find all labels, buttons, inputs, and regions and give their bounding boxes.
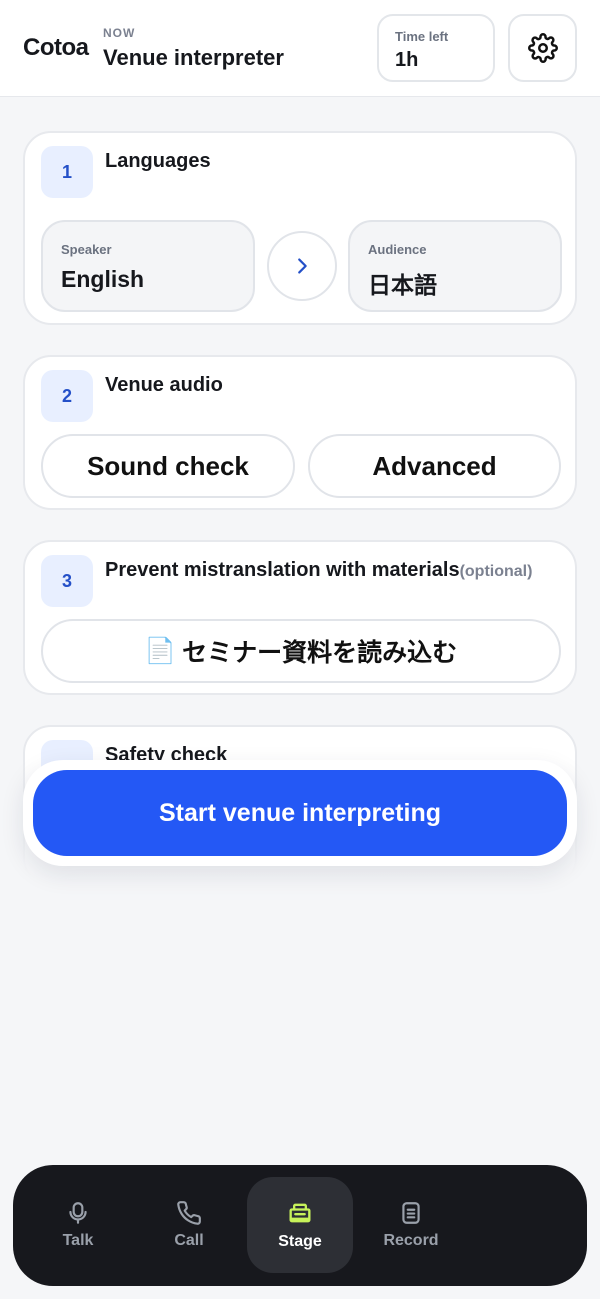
step-badge: 2 xyxy=(41,370,93,422)
sound-check-button[interactable]: Sound check xyxy=(41,434,295,498)
audience-label: Audience xyxy=(368,242,427,257)
time-left-label: Time left xyxy=(395,29,449,44)
speaker-language-selector[interactable]: Speaker English xyxy=(41,220,255,312)
step-badge: 3 xyxy=(41,555,93,607)
time-left-box: Time left 1h xyxy=(377,14,495,82)
app-logo: Cotoa xyxy=(23,34,89,61)
nav-label: Record xyxy=(383,1232,439,1249)
languages-title: Languages xyxy=(105,150,211,172)
materials-title: Prevent mistranslation with materials(op… xyxy=(105,559,532,582)
load-materials-button[interactable]: 📄 セミナー資料を読み込む xyxy=(41,619,561,683)
phone-icon xyxy=(177,1201,201,1225)
bottom-nav: Talk Call Stage Record xyxy=(13,1165,587,1286)
swap-languages-button[interactable] xyxy=(267,231,337,301)
advanced-button[interactable]: Advanced xyxy=(308,434,561,498)
venue-audio-title: Venue audio xyxy=(105,374,223,396)
stage-icon xyxy=(289,1203,311,1223)
audience-language: 日本語 xyxy=(368,272,437,298)
step-badge: 1 xyxy=(41,146,93,198)
chevron-right-icon xyxy=(298,258,307,274)
audience-language-selector[interactable]: Audience 日本語 xyxy=(348,220,562,312)
document-icon xyxy=(402,1202,420,1224)
speaker-language: English xyxy=(61,266,145,292)
nav-item-talk[interactable]: Talk xyxy=(25,1177,131,1273)
venue-audio-card: 2 Venue audio Sound check Advanced xyxy=(23,355,577,510)
nav-label: Call xyxy=(174,1232,204,1249)
nav-item-stage[interactable]: Stage xyxy=(247,1177,353,1273)
start-button-container: Start venue interpreting xyxy=(23,760,577,866)
start-interpreting-button[interactable]: Start venue interpreting xyxy=(33,770,567,856)
nav-item-call[interactable]: Call xyxy=(136,1177,242,1273)
nav-item-record[interactable]: Record xyxy=(358,1177,464,1273)
speaker-label: Speaker xyxy=(61,242,112,257)
now-label: NOW xyxy=(103,26,136,40)
settings-button[interactable] xyxy=(508,14,577,82)
nav-label: Talk xyxy=(62,1232,94,1249)
microphone-icon xyxy=(69,1202,87,1224)
app-header: Cotoa NOW Venue interpreter Time left 1h xyxy=(0,0,600,97)
materials-card: 3 Prevent mistranslation with materials(… xyxy=(23,540,577,695)
load-materials-label: セミナー資料を読み込む xyxy=(182,639,458,667)
mode-title: Venue interpreter xyxy=(103,45,284,70)
time-left-value: 1h xyxy=(395,49,419,71)
materials-title-text: Prevent mistranslation with materials xyxy=(105,559,460,581)
document-icon: 📄 xyxy=(144,636,177,665)
nav-label: Stage xyxy=(278,1233,322,1250)
gear-icon xyxy=(527,33,558,63)
languages-card: 1 Languages Speaker English Audience 日本語 xyxy=(23,131,577,325)
optional-label: (optional) xyxy=(459,563,533,580)
